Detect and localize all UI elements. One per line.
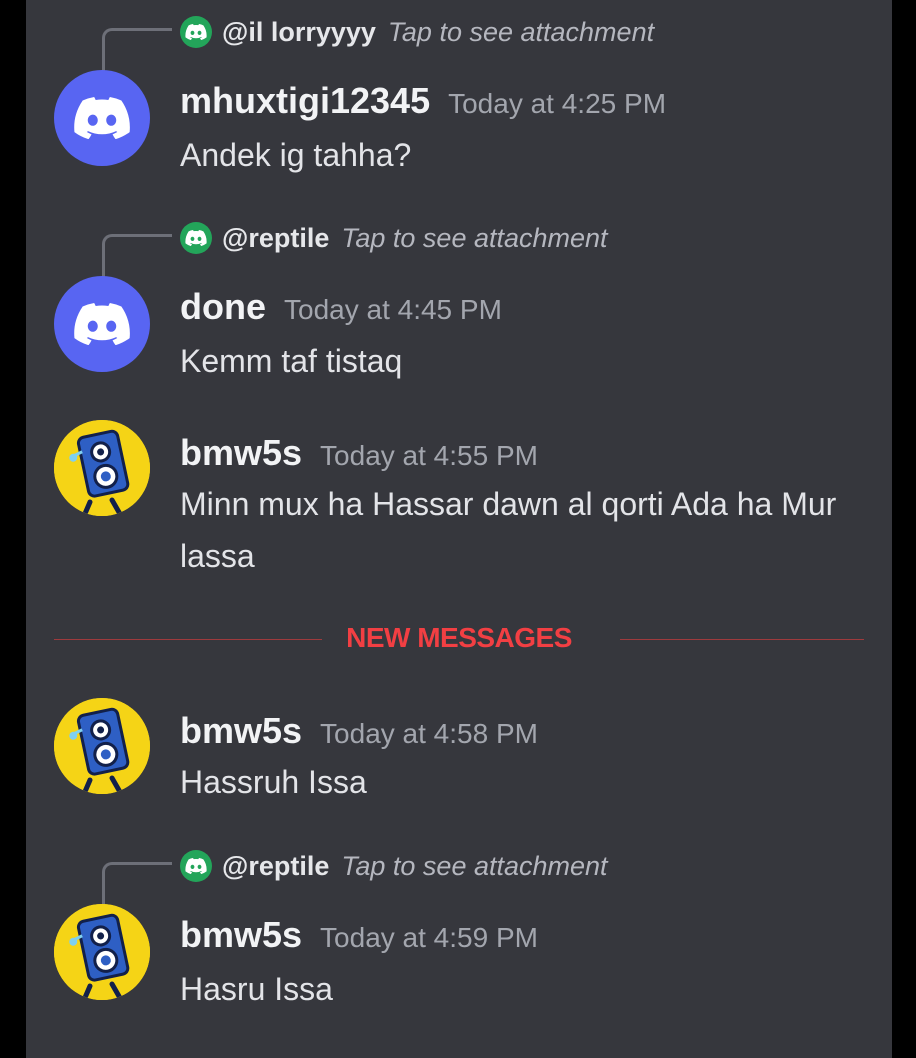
- reply-username[interactable]: @il lorryyyy: [222, 17, 376, 48]
- message-timestamp: Today at 4:58 PM: [320, 718, 538, 749]
- reply-attachment-hint[interactable]: Tap to see attachment: [341, 851, 607, 882]
- avatar[interactable]: [54, 70, 150, 166]
- reply-preview[interactable]: @reptile Tap to see attachment: [180, 849, 608, 883]
- message-author[interactable]: bmw5s: [180, 432, 302, 473]
- discord-logo-icon: [74, 303, 130, 345]
- new-messages-label: NEW MESSAGES: [346, 622, 572, 653]
- speaker-character-icon: [54, 420, 150, 516]
- speaker-character-icon: [54, 904, 150, 1000]
- discord-logo-icon: [74, 97, 130, 139]
- reply-attachment-hint[interactable]: Tap to see attachment: [341, 223, 607, 254]
- message-text: Hasru Issa: [180, 971, 333, 1007]
- message-author[interactable]: bmw5s: [180, 710, 302, 751]
- chat-message-list[interactable]: @il lorryyyy Tap to see attachment mhuxt…: [26, 0, 892, 1058]
- reply-preview[interactable]: @il lorryyyy Tap to see attachment: [180, 15, 654, 49]
- message-timestamp: Today at 4:55 PM: [320, 440, 538, 471]
- message-timestamp: Today at 4:45 PM: [284, 294, 502, 325]
- discord-logo-icon: [180, 16, 212, 48]
- message-text: Andek ig tahha?: [180, 137, 412, 173]
- discord-logo-icon: [180, 222, 212, 254]
- reply-spine: [102, 28, 172, 72]
- avatar[interactable]: [54, 276, 150, 372]
- reply-spine: [102, 862, 172, 906]
- message-timestamp: Today at 4:59 PM: [320, 922, 538, 953]
- message-timestamp: Today at 4:25 PM: [448, 88, 667, 119]
- reply-spine: [102, 234, 172, 278]
- message-author[interactable]: done: [180, 286, 266, 327]
- reply-username[interactable]: @reptile: [222, 851, 329, 882]
- avatar[interactable]: [54, 420, 150, 516]
- divider-line-right: [620, 639, 864, 640]
- message-text: Minn mux ha Hassar dawn al qorti Ada ha …: [180, 486, 837, 574]
- new-messages-divider: NEW MESSAGES: [54, 612, 864, 666]
- message-text: Hassruh Issa: [180, 764, 367, 800]
- avatar[interactable]: [54, 904, 150, 1000]
- message-text: Kemm taf tistaq: [180, 343, 403, 379]
- message-author[interactable]: mhuxtigi12345: [180, 80, 430, 121]
- speaker-character-icon: [54, 698, 150, 794]
- reply-attachment-hint[interactable]: Tap to see attachment: [388, 17, 654, 48]
- avatar[interactable]: [54, 698, 150, 794]
- reply-preview[interactable]: @reptile Tap to see attachment: [180, 221, 608, 255]
- discord-logo-icon: [180, 850, 212, 882]
- message-author[interactable]: bmw5s: [180, 914, 302, 955]
- reply-username[interactable]: @reptile: [222, 223, 329, 254]
